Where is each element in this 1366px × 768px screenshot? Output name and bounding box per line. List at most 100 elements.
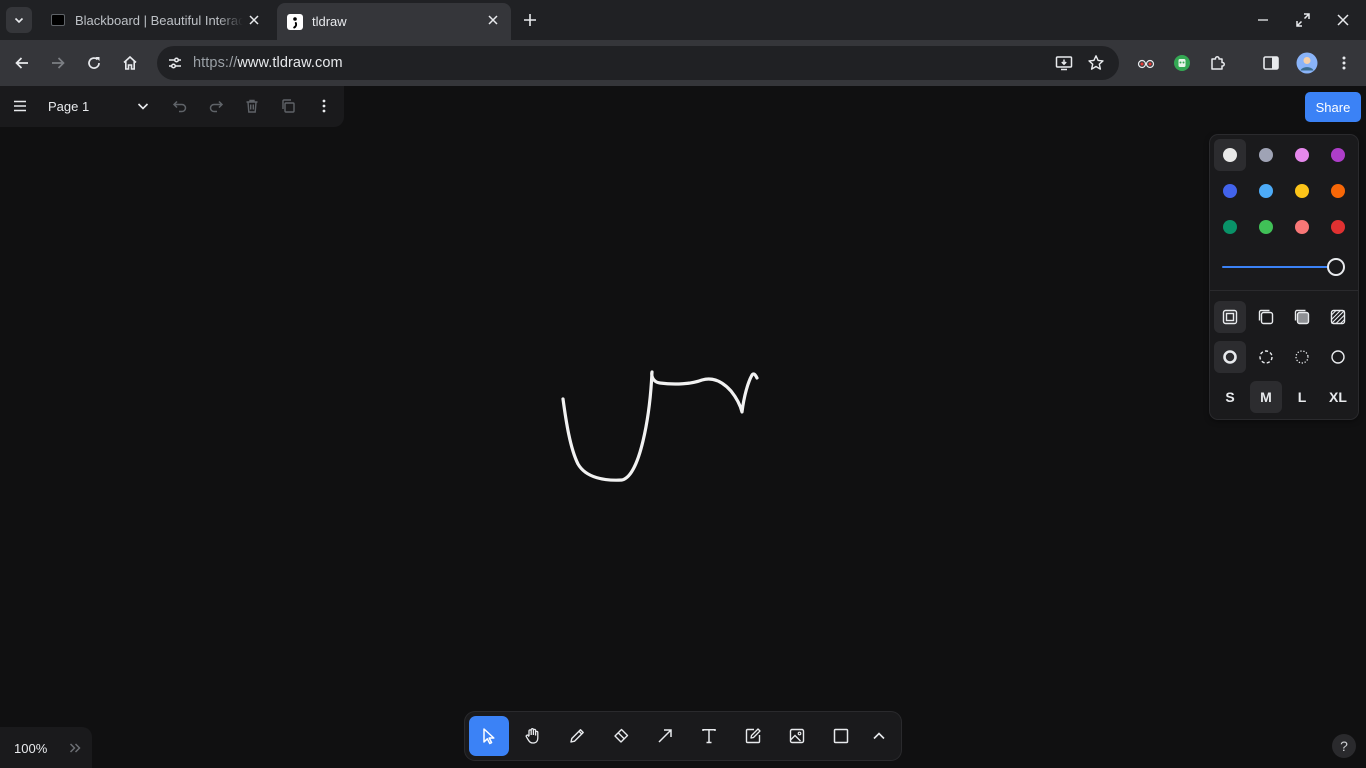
size-m-button[interactable]: M [1250, 381, 1282, 413]
home-button[interactable] [115, 48, 145, 78]
tool-draw[interactable] [557, 716, 597, 756]
undo-icon [172, 100, 187, 113]
duplicate-button[interactable] [272, 90, 304, 122]
extension-green-button[interactable] [1167, 48, 1197, 78]
dash-draw-icon [1223, 350, 1237, 364]
new-tab-button[interactable] [518, 9, 542, 31]
color-red-swatch[interactable] [1322, 211, 1354, 243]
chevrons-right-icon [69, 743, 81, 753]
side-panel-button[interactable] [1256, 48, 1286, 78]
bookmark-button[interactable] [1081, 48, 1111, 78]
rectangle-icon [833, 728, 849, 744]
blackboard-favicon-icon [50, 12, 66, 28]
tool-arrow[interactable] [645, 716, 685, 756]
fill-semi-button[interactable] [1250, 301, 1282, 333]
tab-title: tldraw [312, 14, 347, 29]
color-light-red-swatch[interactable] [1286, 211, 1318, 243]
dash-draw-button[interactable] [1214, 341, 1246, 373]
tool-note[interactable] [733, 716, 773, 756]
redo-icon [209, 100, 224, 113]
page-name[interactable]: Page 1 [48, 99, 89, 114]
profile-avatar[interactable] [1292, 48, 1322, 78]
browser-menu-button[interactable] [1329, 48, 1359, 78]
back-button[interactable] [7, 48, 37, 78]
tldraw-favicon-icon [287, 13, 303, 30]
extension-glasses-button[interactable] [1131, 48, 1161, 78]
undo-button[interactable] [164, 90, 196, 122]
zoom-level[interactable]: 100% [14, 741, 47, 756]
cursor-icon [483, 728, 495, 745]
dash-solid-button[interactable] [1322, 341, 1354, 373]
tool-asset[interactable] [777, 716, 817, 756]
tab-blackboard[interactable]: Blackboard | Beautiful Interactive [40, 3, 272, 37]
close-tab-icon[interactable] [485, 12, 501, 28]
kebab-menu-icon [1342, 56, 1346, 70]
site-info-icon[interactable] [163, 51, 187, 75]
minimize-button[interactable] [1243, 0, 1283, 40]
color-green-swatch[interactable] [1214, 211, 1246, 243]
install-app-button[interactable] [1049, 48, 1079, 78]
tab-title: Blackboard | Beautiful Interactive [75, 12, 243, 28]
tool-rectangle[interactable] [821, 716, 861, 756]
delete-button[interactable] [236, 90, 268, 122]
restore-button[interactable] [1283, 0, 1323, 40]
color-yellow-swatch[interactable] [1286, 175, 1318, 207]
dash-dotted-button[interactable] [1286, 341, 1318, 373]
color-blue-swatch[interactable] [1214, 175, 1246, 207]
fill-pattern-button[interactable] [1322, 301, 1354, 333]
address-bar[interactable]: https://www.tldraw.com [157, 46, 1119, 80]
style-panel: S M L XL [1210, 135, 1358, 419]
freehand-stroke[interactable] [561, 370, 759, 482]
tab-search-button[interactable] [6, 7, 32, 33]
tool-select[interactable] [469, 716, 509, 756]
tool-hand[interactable] [513, 716, 553, 756]
dash-solid-icon [1331, 350, 1345, 364]
side-panel-icon [1263, 56, 1279, 70]
color-grey-swatch[interactable] [1250, 139, 1282, 171]
chevron-down-icon [137, 103, 149, 110]
color-light-blue-swatch[interactable] [1250, 175, 1282, 207]
pencil-icon [570, 729, 584, 743]
opacity-slider-track[interactable] [1222, 266, 1337, 268]
tab-tldraw[interactable]: tldraw [277, 3, 511, 40]
opacity-slider-thumb[interactable] [1327, 258, 1345, 276]
color-light-green-swatch[interactable] [1250, 211, 1282, 243]
color-orange-swatch[interactable] [1322, 175, 1354, 207]
star-icon [1088, 55, 1104, 70]
fill-pattern-icon [1330, 309, 1346, 325]
close-window-button[interactable] [1323, 0, 1363, 40]
extensions-button[interactable] [1203, 48, 1233, 78]
tool-text[interactable] [689, 716, 729, 756]
forward-button[interactable] [43, 48, 73, 78]
text-icon [702, 729, 716, 744]
redo-button[interactable] [200, 90, 232, 122]
url-text: https://www.tldraw.com [193, 55, 343, 71]
drawing-canvas[interactable] [0, 86, 1366, 768]
fill-solid-button[interactable] [1286, 301, 1318, 333]
tldraw-canvas[interactable]: Page 1 Share S M L XL 100% ? [0, 86, 1366, 768]
fill-none-button[interactable] [1214, 301, 1246, 333]
eraser-icon [614, 728, 629, 743]
more-actions-button[interactable] [308, 90, 340, 122]
duplicate-icon [282, 99, 295, 113]
page-menu-button[interactable] [127, 90, 159, 122]
dash-dashed-button[interactable] [1250, 341, 1282, 373]
help-button[interactable]: ? [1332, 734, 1356, 758]
close-icon [1337, 14, 1349, 26]
main-menu-button[interactable] [4, 90, 36, 122]
size-xl-button[interactable]: XL [1322, 381, 1354, 413]
share-button[interactable]: Share [1305, 92, 1361, 122]
minimap-toggle-button[interactable] [62, 735, 88, 761]
size-l-button[interactable]: L [1286, 381, 1318, 413]
size-s-button[interactable]: S [1214, 381, 1246, 413]
arrow-right-icon [52, 57, 65, 69]
color-light-violet-swatch[interactable] [1286, 139, 1318, 171]
divider [1210, 290, 1358, 291]
tool-more[interactable] [861, 716, 897, 756]
color-violet-swatch[interactable] [1322, 139, 1354, 171]
tool-eraser[interactable] [601, 716, 641, 756]
close-tab-icon[interactable] [246, 12, 262, 28]
color-white-swatch[interactable] [1214, 139, 1246, 171]
fill-none-icon [1222, 309, 1238, 325]
reload-button[interactable] [79, 48, 109, 78]
